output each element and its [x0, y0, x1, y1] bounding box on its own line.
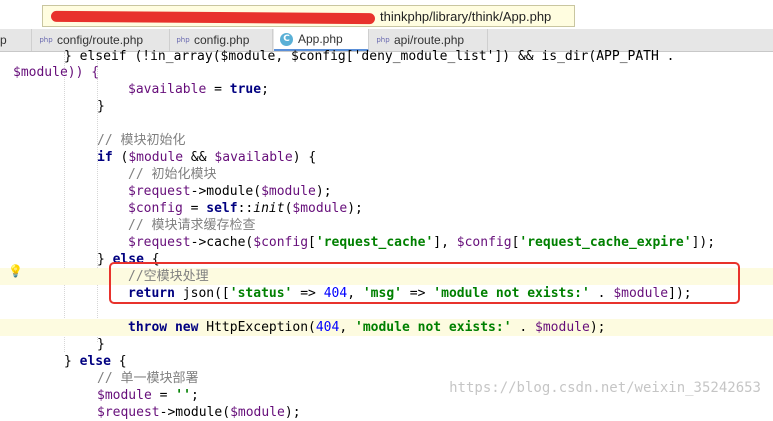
tab-label: p: [0, 33, 7, 47]
php-file-icon: php: [39, 36, 53, 44]
code-line: }: [97, 337, 105, 352]
file-path-text: thinkphp/library/think/App.php: [380, 8, 552, 24]
lightbulb-icon[interactable]: 💡: [8, 264, 23, 278]
tab-label: App.php: [298, 32, 343, 46]
code-line: $request->module($module);: [97, 405, 301, 420]
redaction-mark: [50, 10, 376, 25]
tab-label: api/route.php: [394, 33, 465, 47]
code-line: } else {: [64, 354, 127, 369]
tab-label: config/route.php: [57, 33, 144, 47]
code-line: // 初始化模块: [128, 167, 217, 182]
highlight-box: [109, 262, 740, 304]
code-line: $request->module($module);: [128, 184, 332, 199]
php-file-icon: php: [376, 36, 390, 44]
tab-label: config.php: [194, 33, 250, 47]
code-line-warning: throw new HttpException(404, 'module not…: [0, 319, 773, 336]
watermark: https://blog.csdn.net/weixin_35242653: [449, 380, 761, 396]
code-line: $request->cache($config['request_cache']…: [128, 235, 716, 250]
code-line: // 模块初始化: [97, 133, 186, 148]
code-line: // 模块请求缓存检查: [128, 218, 256, 233]
class-file-icon: C: [280, 32, 293, 46]
code-line: }: [97, 99, 105, 114]
php-file-icon: php: [176, 36, 190, 44]
code-line: $available = true;: [128, 82, 269, 97]
code-line: if ($module && $available) {: [97, 150, 317, 165]
code-editor[interactable]: } elseif (!in_array($module, $config['de…: [0, 49, 773, 420]
file-path-tooltip: thinkphp/library/think/App.php: [42, 5, 575, 27]
code-line: $module)) {: [13, 65, 100, 80]
code-line: } elseif (!in_array($module, $config['de…: [64, 49, 675, 64]
code-line: $config = self::init($module);: [128, 201, 363, 216]
